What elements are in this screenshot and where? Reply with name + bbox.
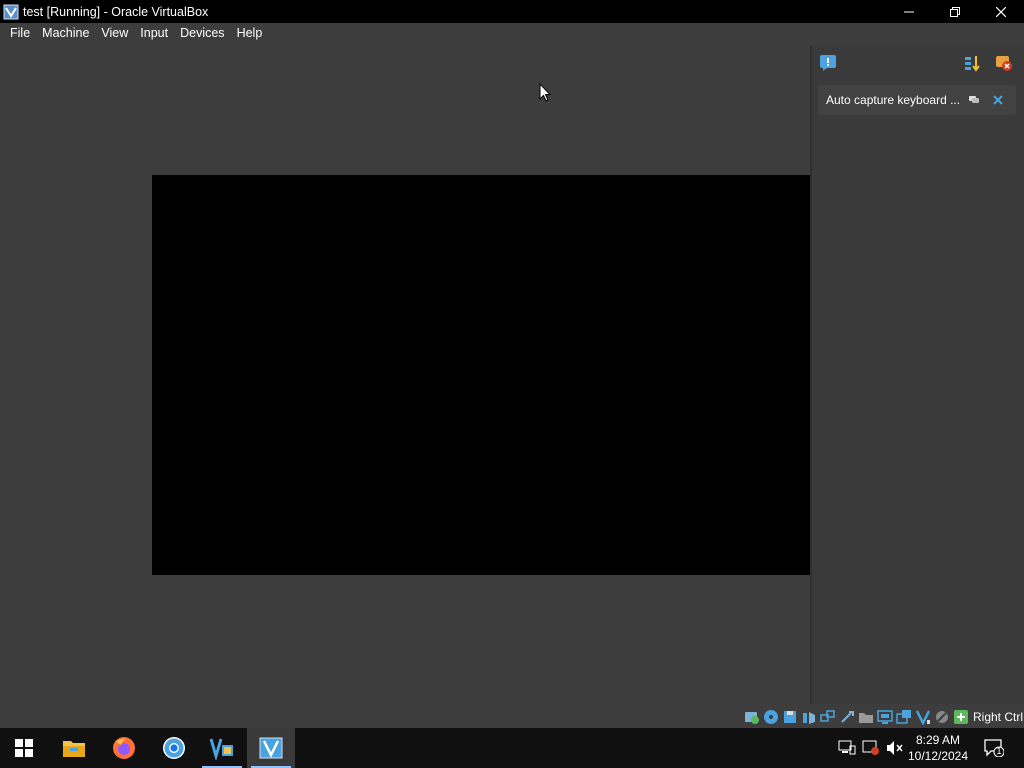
clock-time: 8:29 AM [915, 733, 961, 747]
title-bar: test [Running] - Oracle VirtualBox [0, 0, 1024, 23]
menu-help[interactable]: Help [231, 23, 269, 44]
taskbar-chrome[interactable] [150, 728, 198, 768]
restore-button[interactable] [932, 0, 978, 23]
notification-help-button[interactable] [966, 92, 982, 108]
start-button[interactable] [0, 728, 48, 768]
clear-notifications-button[interactable] [994, 53, 1014, 73]
minimize-icon [904, 11, 914, 12]
close-icon [993, 95, 1003, 105]
notification-count-badge: 1 [996, 746, 1002, 756]
firefox-icon [113, 737, 135, 759]
tray-volume-button[interactable] [886, 740, 904, 756]
taskbar-virtualbox-manager[interactable] [198, 728, 246, 768]
optical-drive-icon[interactable] [763, 709, 779, 725]
folder-icon [63, 741, 85, 757]
display-icon[interactable] [877, 709, 893, 725]
restore-icon [950, 6, 960, 17]
virtualbox-tray-icon [862, 740, 879, 755]
host-key-icon[interactable] [953, 709, 969, 725]
close-button[interactable] [978, 0, 1024, 23]
taskbar-vm-window[interactable] [247, 728, 295, 768]
window-title: test [Running] - Oracle VirtualBox [23, 4, 209, 19]
virtualbox-vm-icon [259, 737, 283, 759]
network-icon[interactable] [820, 709, 836, 725]
notification-close-button[interactable] [990, 92, 1006, 108]
menu-input[interactable]: Input [134, 23, 174, 44]
video-capture-icon[interactable] [896, 709, 912, 725]
chat-help-icon [969, 96, 979, 103]
taskbar-clock[interactable]: 8:29 AM 10/12/2024 [906, 732, 970, 764]
notification-item[interactable]: Auto capture keyboard ... [818, 85, 1016, 115]
taskbar-file-explorer[interactable] [50, 728, 98, 768]
audio-icon[interactable] [801, 709, 817, 725]
clear-all-icon [996, 56, 1012, 71]
chrome-icon [163, 737, 185, 759]
menu-bar: File Machine View Input Devices Help [0, 23, 1024, 44]
volume-muted-icon [887, 741, 903, 755]
action-center-button[interactable]: 1 [982, 738, 1006, 758]
menu-devices[interactable]: Devices [174, 23, 230, 44]
tray-virtualbox-button[interactable] [862, 740, 880, 756]
host-key-label: Right Ctrl [973, 710, 1024, 724]
mouse-integration-icon[interactable] [934, 709, 950, 725]
close-icon [996, 6, 1006, 17]
notification-center: Auto capture keyboard ... [810, 46, 1024, 704]
menu-file[interactable]: File [4, 23, 36, 44]
floppy-icon[interactable] [782, 709, 798, 725]
mouse-cursor-icon [539, 83, 551, 102]
message-icon [820, 55, 836, 71]
notification-message: Auto capture keyboard ... [826, 93, 961, 107]
shared-folders-icon[interactable] [858, 709, 874, 725]
tray-network-button[interactable] [838, 740, 856, 756]
taskbar-firefox[interactable] [100, 728, 148, 768]
virtualbox-manager-icon [209, 738, 233, 760]
hard-disk-icon[interactable] [744, 709, 760, 725]
menu-view[interactable]: View [95, 23, 134, 44]
notification-center-toggle-button[interactable] [818, 53, 838, 73]
network-tray-icon [838, 740, 856, 755]
minimize-button[interactable] [886, 0, 932, 23]
vm-status-bar: Right Ctrl [0, 706, 1024, 728]
usb-icon[interactable] [839, 709, 855, 725]
vm-display[interactable] [152, 175, 810, 575]
windows-logo-icon [15, 739, 33, 757]
virtualization-icon[interactable] [915, 709, 931, 725]
clock-date: 10/12/2024 [907, 749, 969, 763]
menu-machine[interactable]: Machine [36, 23, 95, 44]
taskbar: 8:29 AM 10/12/2024 1 [0, 728, 1024, 768]
sort-icon [965, 56, 980, 72]
virtualbox-app-icon[interactable] [3, 4, 19, 20]
sort-notifications-button[interactable] [962, 53, 982, 73]
